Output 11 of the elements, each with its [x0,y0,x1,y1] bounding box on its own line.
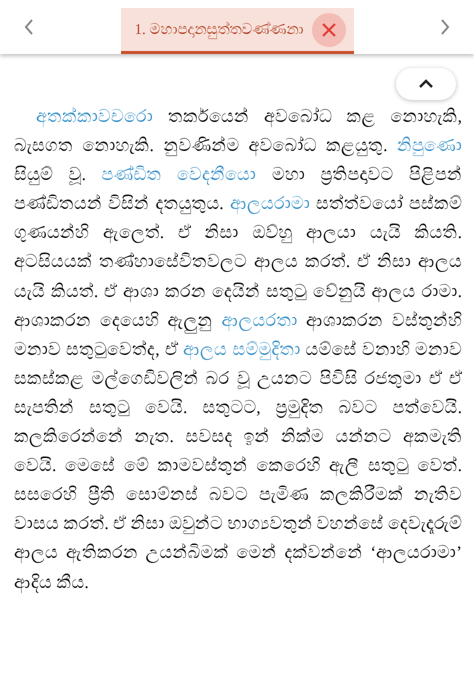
term-link[interactable]: ආලයරතා [221,310,298,330]
caret-up-icon [418,79,434,89]
term-link[interactable]: පණ්ඩිත වෙදනීයො [102,164,256,184]
term-link[interactable]: අතක්කාවචරො [36,106,153,126]
term-link[interactable]: ආලයරාමා [230,193,310,214]
scroll-up-button[interactable] [396,68,456,100]
paragraph: අතක්කාවචරො තර්කයෙන් අවබෝධ කළ නොහැකි, බැසගත නොහැකි. නුවණින්ම අවබෝධ කළයුතු. නිපුණො සියුම් වූ. පණ්ඩිත වෙදනීයො මහා ප්‍රතිපදාවට පිළිපන් පණ්ඩිතයන් විසින් දතයුතුය. ආලයරාමා සත්ත්වයෝ පස්කම් ගුණයන්හි ඇලෙත්. ඒ නිසා ඔව්හු ආලයා යැයි කියති. අටසියයක් තණ්හාසේවිතවලට ආලය කරත්. ඒ නිසා ආලය යැයි කියත්. ඒ ආශා කරන දෙයින් සතුටු වේනුයි ආලය රාමා. ආශාකරන දෙයෙහි ඇලුනු ආලයරතා ආශාකරන වස්තුන්හි මනාව සතුටුවෙත්ද, ඒ ආලය සම්මුදිතා යම්සේ වනාහි මනාව සකස්කළ මල්ගෙඩිවලින් බර වූ උයනට පිවිසි රජතුමා ඒ ඒ සැපතින් සතුටු වෙයි. සතුටට, ප්‍රමුදිත බවට පත්වෙයි. කලකිරෙන්නේ නැත. සවසද ඉන් නික්ම යන්නට අකමැති වෙයි. මෙසේ මේ කාමවස්තුන් කෙරෙහි ඇලී සතුටු වෙත්. සසරෙහි ප්‍රීති සොම්නස් බවට පැමිණ කලකිරීමක් නැතිව වාසය කරත්. ඒ නිසා ඔවුන්ට භාග්‍යවතුන් වහන්සේ දෙවැදෑරුම් ආලය ඇතිකරන උයන්බිමක් මෙන් දක්වන්නේ ‘ආලයරාමා’ ආදිය කීය. [14,105,462,596]
term-link[interactable]: නිපුණො [397,135,462,156]
tab[interactable]: 1. මහාපදානසුත්තවණ්ණනා [120,8,354,54]
term-link[interactable]: ආලය සම්මුදිතා [183,338,300,359]
close-icon[interactable] [312,12,346,46]
